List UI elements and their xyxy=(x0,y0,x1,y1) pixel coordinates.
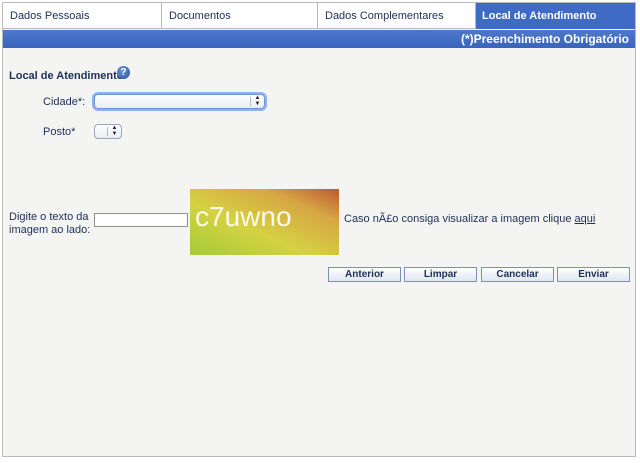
cancelar-button[interactable]: Cancelar xyxy=(481,267,554,282)
tab-dados-complementares[interactable]: Dados Complementares xyxy=(318,3,476,29)
tab-dados-pessoais[interactable]: Dados Pessoais xyxy=(3,3,162,29)
select-divider xyxy=(107,127,108,136)
anterior-button[interactable]: Anterior xyxy=(328,267,401,282)
captcha-refresh-link[interactable]: aqui xyxy=(575,213,596,225)
updown-arrows-icon: ▲ ▼ xyxy=(254,95,261,107)
cidade-label: Cidade*: xyxy=(43,96,86,108)
captcha-label-line2: imagem ao lado: xyxy=(9,224,91,236)
updown-arrows-icon: ▲ ▼ xyxy=(111,125,118,137)
form-panel: Dados Pessoais Documentos Dados Compleme… xyxy=(2,2,636,457)
captcha-help-message: Caso nÃ£o consiga visualizar a imagem cl… xyxy=(344,213,575,225)
captcha-label-line1: Digite o texto da xyxy=(9,211,89,223)
tab-bar: Dados Pessoais Documentos Dados Compleme… xyxy=(3,3,635,29)
captcha-input[interactable] xyxy=(94,213,188,227)
limpar-button[interactable]: Limpar xyxy=(404,267,477,282)
captcha-image: c7uwno xyxy=(190,189,339,255)
posto-select[interactable]: ▲ ▼ xyxy=(94,124,122,139)
enviar-button[interactable]: Enviar xyxy=(557,267,630,282)
posto-label: Posto* xyxy=(43,126,76,138)
question-mark-icon[interactable]: ? xyxy=(117,66,130,79)
section-title: Local de Atendimento xyxy=(9,70,124,82)
captcha-help-text: Caso nÃ£o consiga visualizar a imagem cl… xyxy=(344,213,595,225)
tab-documentos[interactable]: Documentos xyxy=(162,3,318,29)
required-fields-note: (*)Preenchimento Obrigatório xyxy=(3,30,635,48)
captcha-graphic: c7uwno xyxy=(190,189,339,255)
tab-local-de-atendimento[interactable]: Local de Atendimento xyxy=(476,3,635,29)
captcha-text: c7uwno xyxy=(195,201,292,232)
captcha-label: Digite o texto da imagem ao lado: xyxy=(9,211,90,237)
select-divider xyxy=(250,97,251,106)
cidade-select[interactable]: ▲ ▼ xyxy=(94,94,265,109)
